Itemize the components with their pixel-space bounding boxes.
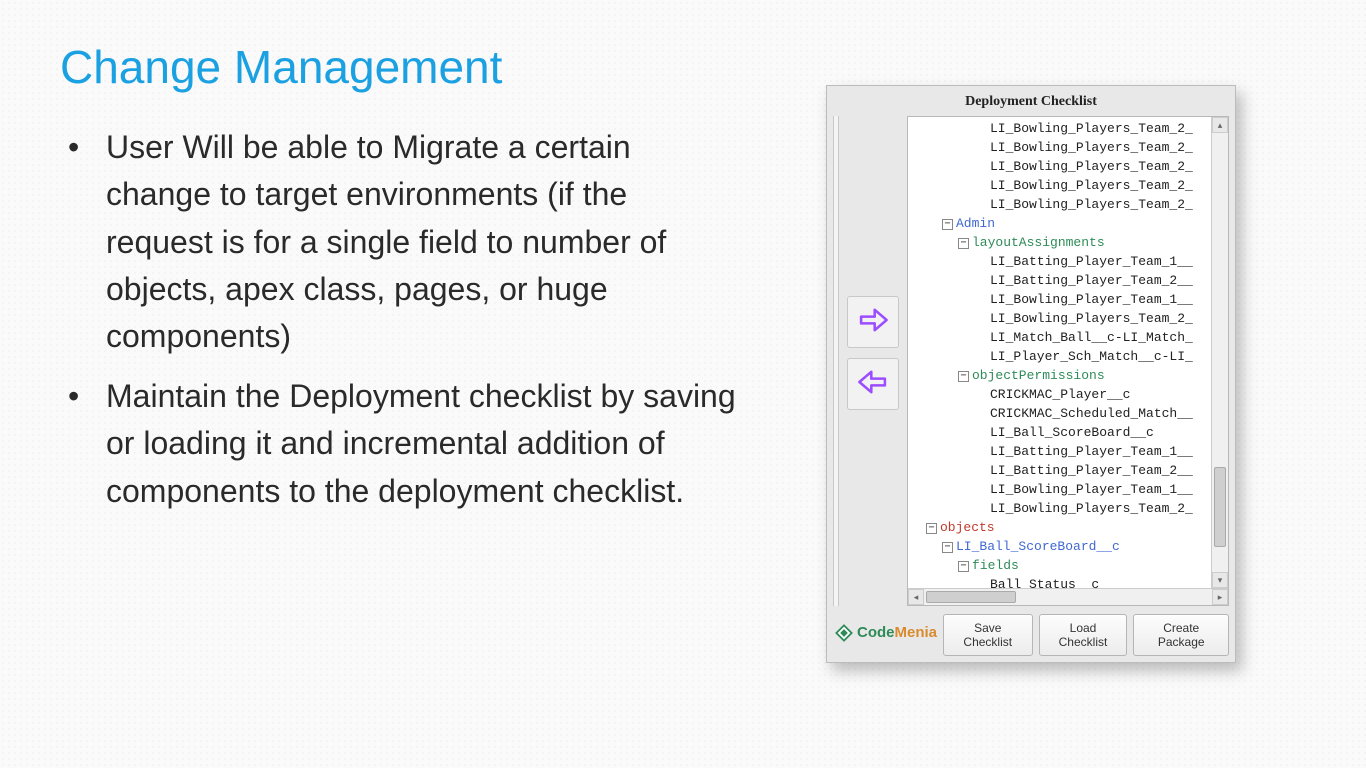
tree-view[interactable]: LI_Bowling_Players_Team_2_ LI_Bowling_Pl… <box>907 116 1229 606</box>
create-package-button[interactable]: Create Package <box>1133 614 1229 656</box>
arrow-right-icon <box>856 303 890 342</box>
tree-item[interactable]: LI_Batting_Player_Team_2__ <box>912 271 1226 290</box>
tree-item[interactable]: LI_Bowling_Players_Team_2_ <box>912 309 1226 328</box>
scroll-thumb[interactable] <box>926 591 1016 603</box>
tree-item[interactable]: LI_Bowling_Players_Team_2_ <box>912 195 1226 214</box>
bullet-item: User Will be able to Migrate a certain c… <box>60 124 740 361</box>
scroll-right-icon[interactable]: ▸ <box>1212 589 1228 605</box>
tree-node-layout[interactable]: −layoutAssignments <box>912 233 1226 252</box>
move-right-button[interactable] <box>847 296 899 348</box>
tree-item[interactable]: LI_Bowling_Players_Team_2_ <box>912 138 1226 157</box>
tree-item[interactable]: CRICKMAC_Scheduled_Match__ <box>912 404 1226 423</box>
tree-item[interactable]: CRICKMAC_Player__c <box>912 385 1226 404</box>
tree-node-object[interactable]: −LI_Ball_ScoreBoard__c <box>912 537 1226 556</box>
panel-title: Deployment Checklist <box>833 92 1229 116</box>
collapse-icon[interactable]: − <box>958 371 969 382</box>
scroll-left-icon[interactable]: ◂ <box>908 589 924 605</box>
splitter[interactable] <box>833 116 839 606</box>
scroll-down-icon[interactable]: ▾ <box>1212 572 1228 588</box>
bullet-item: Maintain the Deployment checklist by sav… <box>60 373 740 515</box>
tree-item[interactable]: LI_Bowling_Players_Team_2_ <box>912 119 1226 138</box>
arrow-left-icon <box>856 365 890 404</box>
collapse-icon[interactable]: − <box>926 523 937 534</box>
logo-text: CodeMenia <box>857 624 937 647</box>
tree-item[interactable]: LI_Bowling_Players_Team_2_ <box>912 176 1226 195</box>
tree-item[interactable]: LI_Batting_Player_Team_1__ <box>912 442 1226 461</box>
tree-item[interactable]: LI_Bowling_Players_Team_2_ <box>912 157 1226 176</box>
codemenia-logo: CodeMenia <box>833 624 937 647</box>
collapse-icon[interactable]: − <box>958 238 969 249</box>
diamond-icon <box>835 624 853 647</box>
collapse-icon[interactable]: − <box>958 561 969 572</box>
save-checklist-button[interactable]: Save Checklist <box>943 614 1033 656</box>
tree-node-objects[interactable]: −objects <box>912 518 1226 537</box>
tree-item[interactable]: LI_Match_Ball__c-LI_Match_ <box>912 328 1226 347</box>
vertical-scrollbar[interactable]: ▴ ▾ <box>1211 117 1228 588</box>
tree-item[interactable]: LI_Bowling_Players_Team_2_ <box>912 499 1226 518</box>
tree-item[interactable]: LI_Batting_Player_Team_2__ <box>912 461 1226 480</box>
scroll-up-icon[interactable]: ▴ <box>1212 117 1228 133</box>
tree-item[interactable]: LI_Bowling_Player_Team_1__ <box>912 290 1226 309</box>
tree-node-admin[interactable]: −Admin <box>912 214 1226 233</box>
tree-item[interactable]: LI_Batting_Player_Team_1__ <box>912 252 1226 271</box>
move-left-button[interactable] <box>847 358 899 410</box>
deployment-panel: Deployment Checklist LI_Bowling_Players_… <box>826 85 1236 663</box>
tree-node-fields[interactable]: −fields <box>912 556 1226 575</box>
tree-item[interactable]: LI_Player_Sch_Match__c-LI_ <box>912 347 1226 366</box>
tree-item[interactable]: LI_Bowling_Player_Team_1__ <box>912 480 1226 499</box>
scroll-thumb[interactable] <box>1214 467 1226 547</box>
tree-item[interactable]: LI_Ball_ScoreBoard__c <box>912 423 1226 442</box>
collapse-icon[interactable]: − <box>942 219 953 230</box>
collapse-icon[interactable]: − <box>942 542 953 553</box>
load-checklist-button[interactable]: Load Checklist <box>1039 614 1128 656</box>
horizontal-scrollbar[interactable]: ◂ ▸ <box>908 588 1228 605</box>
tree-node-objperm[interactable]: −objectPermissions <box>912 366 1226 385</box>
